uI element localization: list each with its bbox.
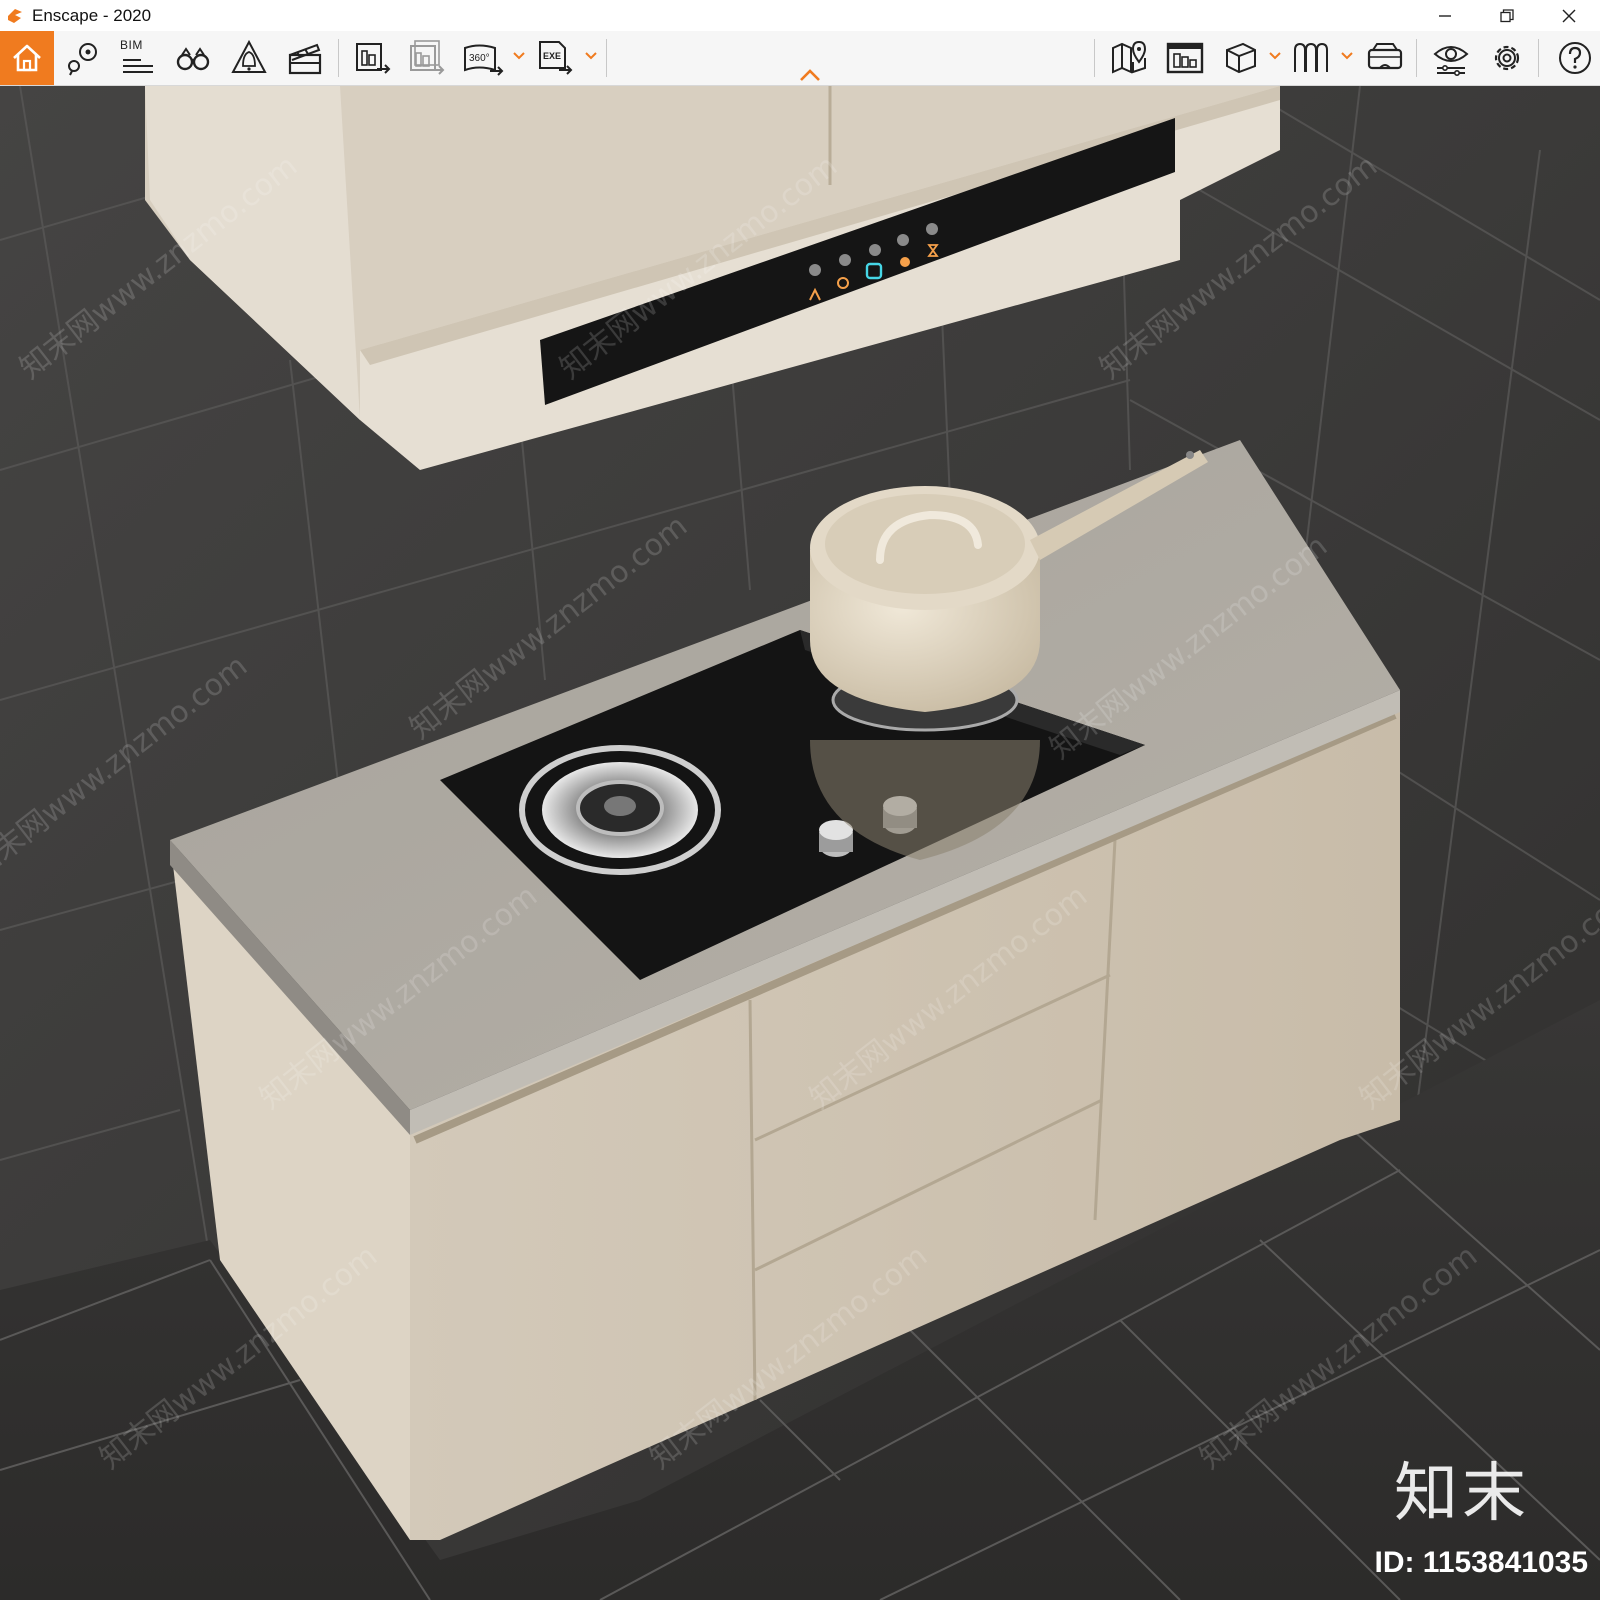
map-button[interactable] bbox=[1106, 35, 1152, 81]
bell-triangle-icon bbox=[231, 39, 267, 73]
atmosphere-button[interactable] bbox=[226, 35, 272, 81]
panorama-button[interactable]: 360° bbox=[460, 35, 506, 81]
home-icon bbox=[13, 44, 41, 72]
panorama-360-icon: 360° bbox=[464, 44, 504, 76]
screenshot-button[interactable] bbox=[350, 35, 396, 81]
clapperboard-icon bbox=[288, 43, 322, 75]
materials-button[interactable] bbox=[1288, 35, 1334, 81]
render-image-icon bbox=[356, 43, 391, 74]
window-title: Enscape - 2020 bbox=[32, 5, 152, 25]
toolbar-separator bbox=[1538, 39, 1539, 77]
materials-dropdown[interactable] bbox=[1340, 49, 1354, 63]
render-viewport[interactable]: 知末网www.znzmo.com 知末网www.znzmo.com 知末网www… bbox=[0, 86, 1600, 1600]
exe-export-icon: EXE bbox=[539, 41, 573, 75]
export-dropdown[interactable] bbox=[584, 49, 598, 63]
settings-button[interactable] bbox=[1484, 35, 1530, 81]
chevron-down-icon bbox=[1269, 52, 1281, 60]
chevron-down-icon bbox=[585, 52, 597, 60]
window-controls bbox=[1414, 0, 1600, 31]
main-toolbar: BIM 360° EXE bbox=[0, 31, 1600, 86]
cube-icon bbox=[1226, 42, 1256, 74]
export-exe-button[interactable]: EXE bbox=[532, 35, 578, 81]
watermark-logo: 知末 bbox=[1394, 1457, 1530, 1531]
chevron-down-icon bbox=[513, 52, 525, 60]
minimize-icon bbox=[1439, 14, 1451, 17]
title-bar: Enscape - 2020 bbox=[0, 0, 1600, 31]
restore-icon bbox=[1500, 8, 1514, 22]
visual-settings-button[interactable] bbox=[1428, 35, 1474, 81]
map-icon bbox=[1112, 40, 1147, 74]
panorama-dropdown[interactable] bbox=[512, 49, 526, 63]
home-button[interactable] bbox=[0, 31, 54, 85]
toolbar-separator bbox=[606, 39, 607, 77]
asset-library-button[interactable] bbox=[1218, 35, 1264, 81]
eye-settings-icon bbox=[1433, 46, 1469, 76]
help-button[interactable] bbox=[1552, 35, 1598, 81]
asset-library-dropdown[interactable] bbox=[1268, 49, 1282, 63]
close-icon bbox=[1562, 9, 1576, 22]
vr-headset-icon bbox=[1367, 43, 1403, 70]
bim-info-button[interactable] bbox=[114, 35, 160, 81]
material-tiles-icon bbox=[1294, 42, 1328, 72]
render-window-icon bbox=[1166, 42, 1204, 74]
vr-headset-button[interactable] bbox=[1362, 35, 1408, 81]
burner bbox=[519, 745, 721, 875]
svg-text:360°: 360° bbox=[469, 53, 490, 64]
video-editor-button[interactable] bbox=[282, 35, 328, 81]
binoculars-icon bbox=[176, 47, 210, 71]
collapse-toolbar-icon[interactable] bbox=[798, 67, 822, 83]
kitchen-scene: 知末网www.znzmo.com 知末网www.znzmo.com 知末网www… bbox=[0, 86, 1600, 1600]
chevron-down-icon bbox=[1341, 52, 1353, 60]
toolbar-separator bbox=[338, 39, 339, 77]
help-icon bbox=[1559, 42, 1591, 74]
render-window-button[interactable] bbox=[1162, 35, 1208, 81]
view-management-button[interactable] bbox=[60, 35, 106, 81]
bim-list-icon bbox=[123, 59, 153, 73]
svg-text:EXE: EXE bbox=[543, 51, 561, 61]
toolbar-separator bbox=[1094, 39, 1095, 77]
restore-button[interactable] bbox=[1476, 0, 1538, 31]
location-pin-icon bbox=[68, 43, 97, 76]
watermark-id: ID: 1153841035 bbox=[1374, 1546, 1588, 1579]
gear-icon bbox=[1494, 45, 1520, 71]
batch-render-icon bbox=[410, 40, 445, 75]
toolbar-separator bbox=[1416, 39, 1417, 77]
minimize-button[interactable] bbox=[1414, 0, 1476, 31]
batch-render-button[interactable] bbox=[404, 35, 450, 81]
enscape-logo-icon bbox=[8, 8, 22, 23]
close-button[interactable] bbox=[1538, 0, 1600, 31]
walk-mode-button[interactable] bbox=[170, 35, 216, 81]
